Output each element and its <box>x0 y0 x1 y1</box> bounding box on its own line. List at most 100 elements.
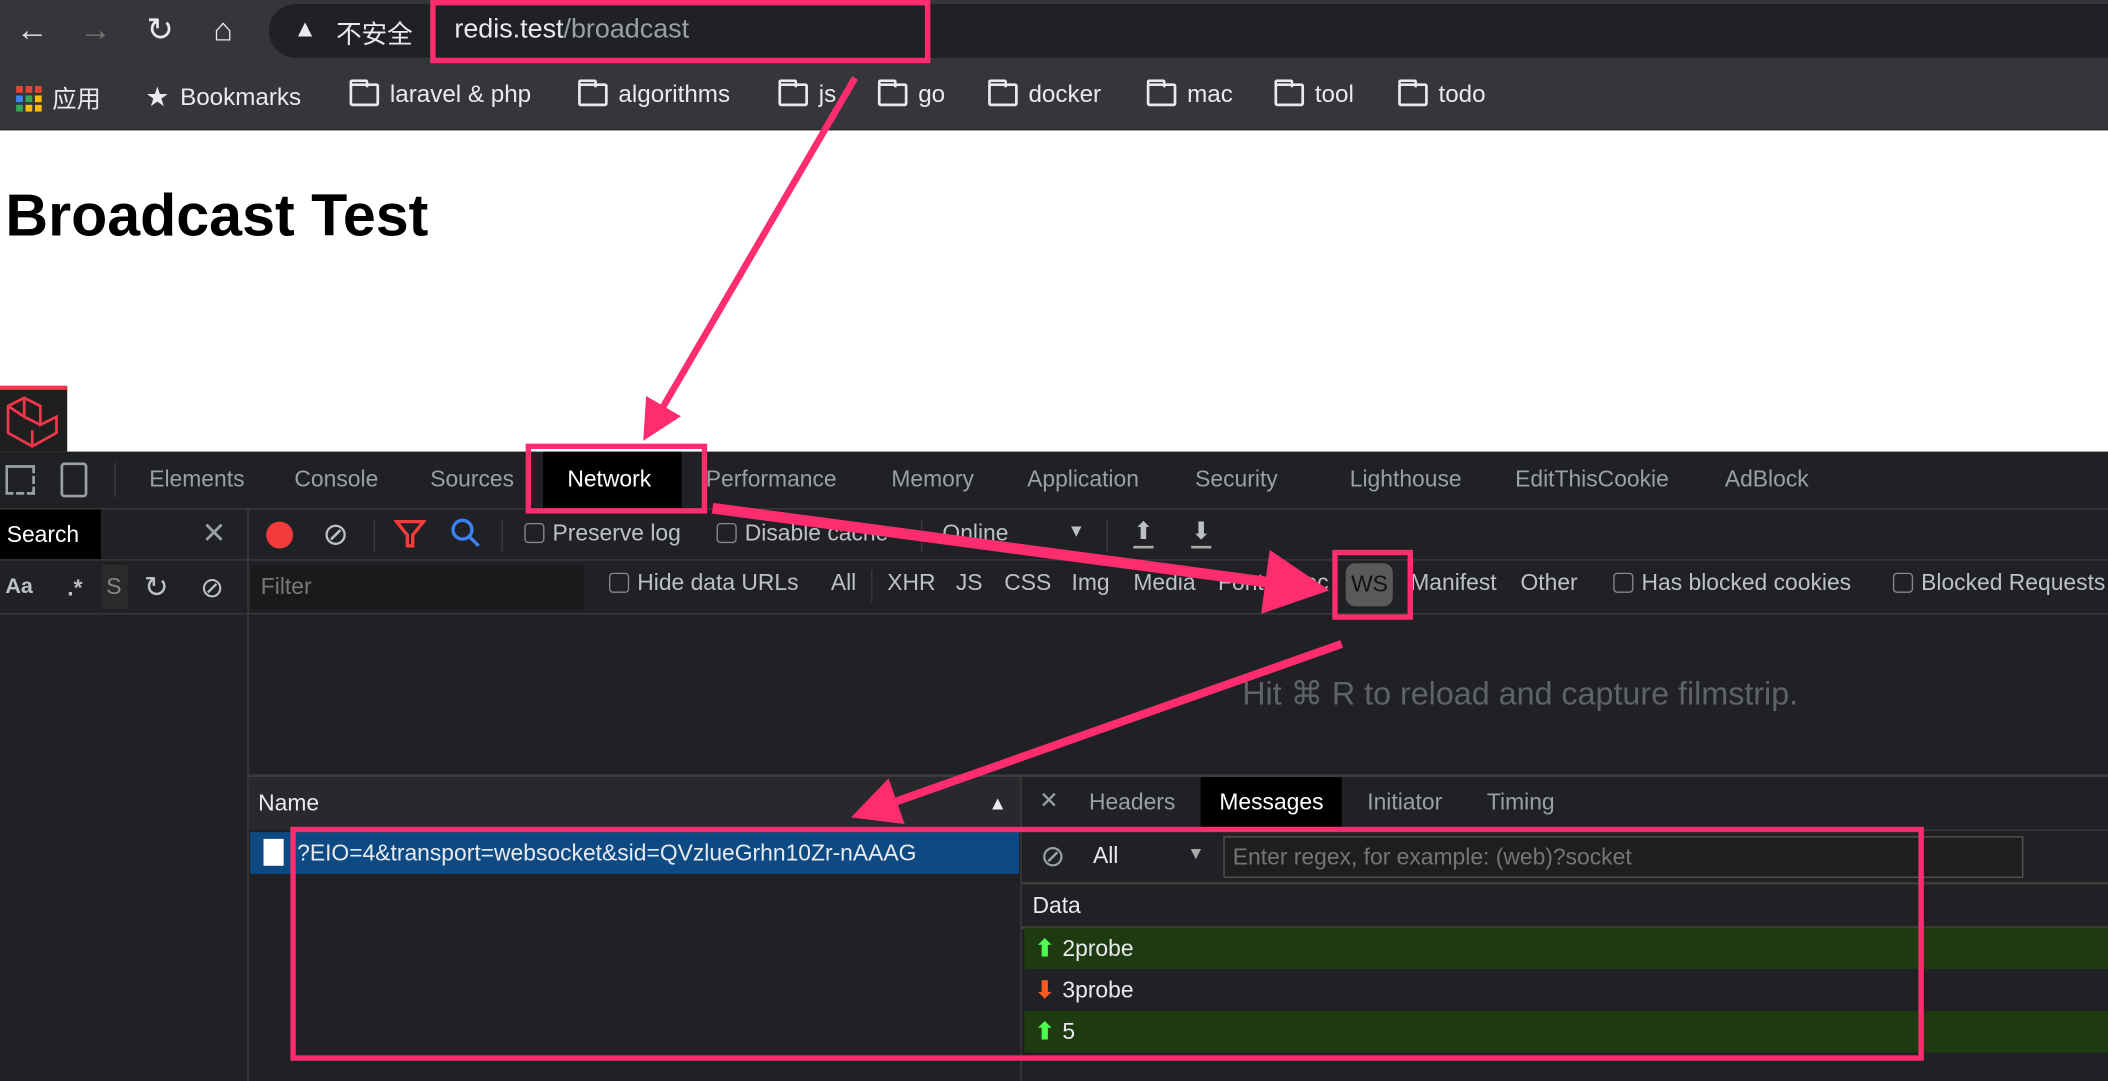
laravel-logo-icon[interactable] <box>0 385 68 452</box>
bookmark-label: 应用 <box>52 86 101 113</box>
hide-data-urls-checkbox[interactable]: Hide data URLs <box>609 570 799 597</box>
back-button[interactable]: ← <box>11 11 54 54</box>
tab-headers[interactable]: Headers <box>1066 777 1198 828</box>
import-har-icon[interactable]: ⬆ <box>1133 518 1154 549</box>
filter-img[interactable]: Img <box>1071 570 1109 597</box>
message-data: 5 <box>1062 1019 1076 1045</box>
tab-elements[interactable]: Elements <box>126 452 267 508</box>
bookmark-label: todo <box>1438 80 1486 108</box>
folder-icon <box>778 79 808 107</box>
close-detail-icon[interactable]: ✕ <box>1039 788 1058 815</box>
clear-search-icon[interactable]: ⊘ <box>200 571 224 605</box>
bookmark-folder[interactable]: mac <box>1146 79 1233 109</box>
request-row[interactable]: ?EIO=4&transport=websocket&sid=QVzlueGrh… <box>250 832 1020 874</box>
record-button[interactable] <box>266 521 294 549</box>
refresh-icon[interactable]: ↻ <box>144 570 169 605</box>
security-label[interactable]: 不安全 <box>336 15 413 51</box>
tab-performance[interactable]: Performance <box>683 452 860 508</box>
preserve-log-label: Preserve log <box>552 520 681 546</box>
bookmark-folder[interactable]: todo <box>1398 79 1486 109</box>
tab-sources[interactable]: Sources <box>407 452 537 508</box>
star-icon: ★ <box>145 83 170 113</box>
bookmark-label: Bookmarks <box>180 83 302 111</box>
tab-initiator[interactable]: Initiator <box>1344 777 1465 828</box>
search-panel-title[interactable]: Search <box>0 509 101 560</box>
tab-messages[interactable]: Messages <box>1200 777 1343 829</box>
filter-icon[interactable] <box>393 519 427 555</box>
message-row[interactable]: ⬆ 2probe <box>1024 927 2108 970</box>
tab-lighthouse[interactable]: Lighthouse <box>1327 452 1485 508</box>
inspect-element-icon[interactable] <box>5 465 35 495</box>
tab-console[interactable]: Console <box>272 452 402 508</box>
message-regex-input[interactable] <box>1223 836 2024 878</box>
filter-css[interactable]: CSS <box>1004 570 1051 597</box>
search-input[interactable]: S <box>102 564 128 610</box>
regex-button[interactable]: .* <box>67 575 82 602</box>
tab-application[interactable]: Application <box>1004 452 1162 508</box>
message-row[interactable]: ⬇ 3probe <box>1024 969 2108 1011</box>
clear-messages-icon[interactable]: ⊘ <box>1041 839 1066 874</box>
message-data: 3probe <box>1062 977 1134 1003</box>
filter-xhr[interactable]: XHR <box>887 570 935 597</box>
disable-cache-label: Disable cache <box>744 520 889 546</box>
url-path: /broadcast <box>563 14 690 45</box>
blocked-requests-checkbox[interactable]: Blocked Requests <box>1892 570 2106 597</box>
url[interactable]: redis.test/broadcast <box>454 15 689 46</box>
tab-adblock[interactable]: AdBlock <box>1702 452 1832 508</box>
sent-arrow-icon: ⬆ <box>1035 1019 1055 1045</box>
filter-ws[interactable]: WS <box>1345 563 1394 607</box>
filter-media[interactable]: Media <box>1133 570 1195 597</box>
match-case-button[interactable]: Aa <box>5 575 32 599</box>
bookmark-label: tool <box>1314 80 1354 108</box>
bookmark-folder[interactable]: docker <box>988 79 1102 109</box>
filter-manifest[interactable]: Manifest <box>1410 570 1496 597</box>
filter-doc[interactable]: Doc <box>1288 570 1329 597</box>
filter-font[interactable]: Font <box>1218 570 1264 597</box>
sort-ascending-icon: ▲ <box>988 791 1007 814</box>
has-blocked-cookies-label: Has blocked cookies <box>1641 570 1852 596</box>
dropdown-arrow-icon: ▼ <box>1067 520 1085 541</box>
blocked-requests-label: Blocked Requests <box>1921 570 2106 596</box>
close-search-icon[interactable]: ✕ <box>202 516 227 551</box>
tab-security[interactable]: Security <box>1172 452 1300 508</box>
request-name: ?EIO=4&transport=websocket&sid=QVzlueGrh… <box>297 840 917 866</box>
url-host: redis.test <box>454 14 564 45</box>
search-icon[interactable] <box>450 518 482 557</box>
tab-network[interactable]: Network <box>543 451 682 509</box>
column-label: Name <box>258 790 320 817</box>
tab-editthiscookie[interactable]: EditThisCookie <box>1492 452 1691 508</box>
bookmark-apps[interactable]: 应用 <box>16 81 101 116</box>
bookmark-label: go <box>918 80 946 108</box>
bookmark-folder[interactable]: go <box>877 79 946 109</box>
message-type-select[interactable]: All ▼ <box>1093 843 1207 870</box>
filter-input[interactable]: Filter <box>251 565 584 610</box>
bookmark-folder[interactable]: laravel & php <box>349 79 531 109</box>
tab-timing[interactable]: Timing <box>1464 777 1577 828</box>
disable-cache-checkbox[interactable]: Disable cache <box>716 520 889 547</box>
bookmark-folder[interactable]: tool <box>1274 79 1354 109</box>
reload-button[interactable]: ↻ <box>138 11 181 54</box>
has-blocked-cookies-checkbox[interactable]: Has blocked cookies <box>1613 570 1851 597</box>
bookmark-folder[interactable]: js <box>778 79 836 109</box>
throttling-select[interactable]: Online ▼ <box>942 520 1090 547</box>
filter-all[interactable]: All <box>831 570 856 597</box>
filter-other[interactable]: Other <box>1521 570 1578 597</box>
name-column-header[interactable]: Name ▲ <box>248 777 1021 830</box>
tab-memory[interactable]: Memory <box>868 452 996 508</box>
export-har-icon[interactable]: ⬇ <box>1191 518 1212 549</box>
filter-js[interactable]: JS <box>956 570 983 597</box>
throttling-value: Online <box>942 520 1009 546</box>
forward-button[interactable]: → <box>74 11 117 54</box>
bookmark-folder[interactable]: algorithms <box>578 79 731 109</box>
bookmark-bookmarks[interactable]: ★ Bookmarks <box>145 81 301 115</box>
bookmark-label: algorithms <box>618 80 731 108</box>
preserve-log-checkbox[interactable]: Preserve log <box>524 520 681 547</box>
message-row[interactable]: ⬆ 5 <box>1024 1010 2108 1053</box>
clear-icon[interactable]: ⊘ <box>323 516 349 552</box>
bookmark-label: docker <box>1028 80 1102 108</box>
folder-icon <box>349 79 380 107</box>
received-arrow-icon: ⬇ <box>1035 977 1055 1003</box>
data-column-header[interactable]: Data <box>1032 893 1080 920</box>
device-toolbar-icon[interactable] <box>60 462 88 498</box>
home-button[interactable]: ⌂ <box>202 11 245 54</box>
